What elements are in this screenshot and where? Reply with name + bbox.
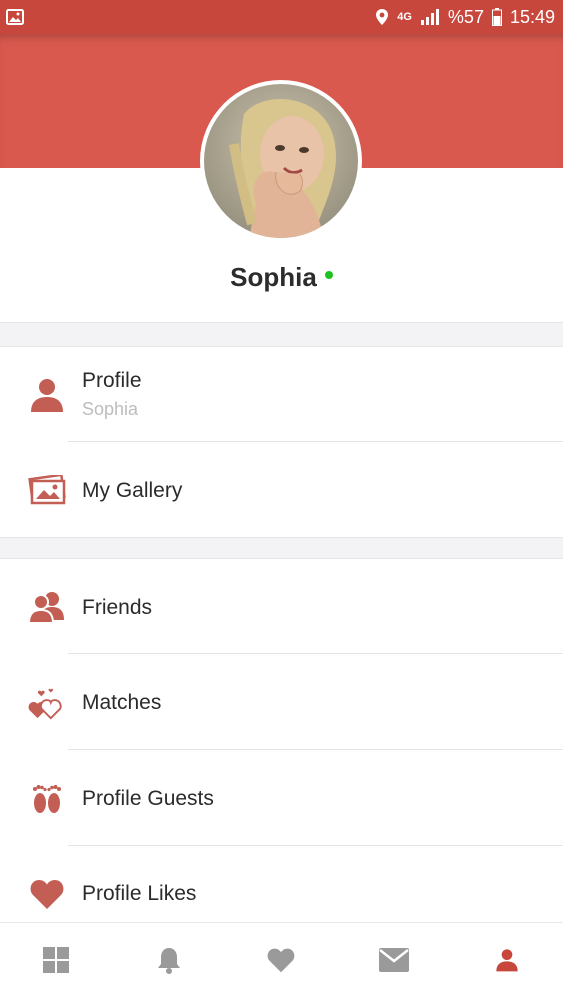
nav-tab-notifications[interactable] bbox=[113, 923, 226, 1001]
menu-item-label: Matches bbox=[82, 691, 162, 714]
profile-name-row: Sophia bbox=[0, 262, 563, 293]
section-separator bbox=[0, 322, 563, 347]
heart-icon bbox=[28, 875, 66, 913]
menu-item-label: Profile Likes bbox=[82, 882, 197, 905]
nav-tab-likes[interactable] bbox=[225, 923, 338, 1001]
menu-item-profile[interactable]: Profile Sophia bbox=[0, 347, 563, 443]
avatar[interactable] bbox=[200, 80, 362, 242]
menu-item-label: My Gallery bbox=[82, 479, 183, 502]
menu-item-label: Profile Guests bbox=[82, 787, 214, 810]
person-icon bbox=[28, 376, 66, 414]
bell-icon bbox=[157, 946, 181, 979]
menu-item-sublabel: Sophia bbox=[82, 399, 139, 419]
gallery-icon bbox=[28, 471, 66, 509]
menu-item-gallery[interactable]: My Gallery bbox=[0, 442, 563, 538]
battery-percent: %57 bbox=[447, 6, 484, 27]
footprints-icon bbox=[28, 779, 66, 817]
section-separator bbox=[0, 537, 563, 559]
heart-icon bbox=[266, 947, 296, 978]
avatar-photo bbox=[204, 84, 358, 238]
friends-icon bbox=[28, 588, 66, 626]
menu-item-profile-guests[interactable]: Profile Guests bbox=[0, 750, 563, 846]
menu-item-label: Friends bbox=[82, 596, 153, 619]
nav-tab-messages[interactable] bbox=[338, 923, 451, 1001]
clock: 15:49 bbox=[509, 6, 555, 27]
network-type: 4G bbox=[397, 10, 412, 23]
menu-item-label: Profile bbox=[82, 369, 142, 392]
menu-item-friends[interactable]: Friends bbox=[0, 559, 563, 655]
menu-item-profile-likes[interactable]: Profile Likes bbox=[0, 846, 563, 922]
nav-tab-profile[interactable] bbox=[450, 923, 563, 1001]
online-status-dot bbox=[324, 271, 333, 280]
hearts-icon bbox=[28, 683, 66, 721]
nav-tab-home[interactable] bbox=[0, 923, 113, 1001]
signal-icon bbox=[420, 9, 440, 25]
bottom-navigation bbox=[0, 922, 563, 1001]
battery-icon bbox=[491, 8, 502, 26]
person-icon bbox=[495, 947, 519, 978]
image-notification-icon bbox=[6, 9, 24, 25]
menu-item-matches[interactable]: Matches bbox=[0, 654, 563, 750]
location-icon bbox=[375, 8, 389, 26]
grid-icon bbox=[43, 946, 70, 978]
profile-name: Sophia bbox=[230, 262, 317, 292]
mail-icon bbox=[379, 947, 410, 977]
status-bar: 4G %57 15:49 bbox=[0, 0, 563, 34]
